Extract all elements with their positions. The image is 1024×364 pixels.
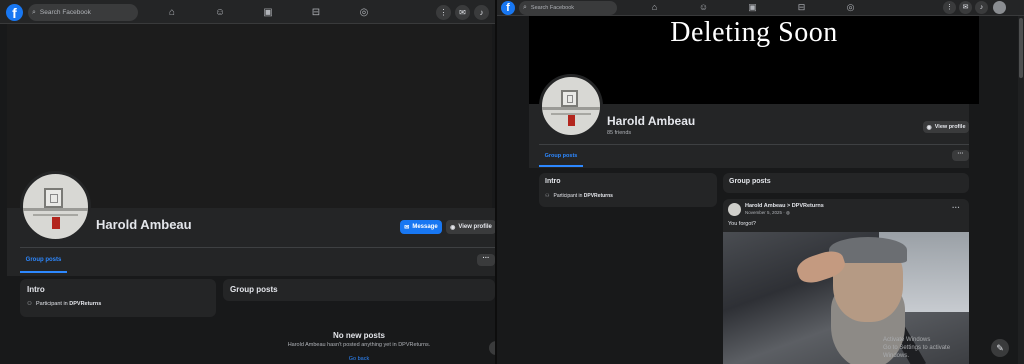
video-icon[interactable]: ▣ [728, 0, 777, 15]
compose-icon[interactable]: ✎ [991, 339, 1009, 357]
group-link[interactable]: DPVReturns [69, 301, 101, 307]
bell-icon[interactable]: ♪ [474, 5, 489, 20]
search-placeholder: Search Facebook [530, 5, 575, 11]
go-back-link[interactable]: Go back [223, 356, 495, 362]
messenger-icon[interactable]: ✉ [455, 5, 470, 20]
top-navigation-bar: f ⌕ Search Facebook ⌂ ☺ ▣ ⊟ ◎ ⋮ ✉ ♪ [497, 0, 1024, 16]
facebook-logo-icon[interactable]: f [6, 4, 23, 21]
tab-group-posts[interactable]: Group posts [539, 147, 583, 167]
facebook-logo-icon[interactable]: f [501, 1, 515, 15]
search-icon: ⌕ [523, 4, 527, 11]
menu-grid-icon[interactable]: ⋮ [436, 5, 451, 20]
messenger-icon: ✉ [404, 224, 410, 231]
group-link[interactable]: DPVReturns [584, 193, 613, 199]
post-date[interactable]: November 5, 2025 · [745, 210, 786, 215]
post-author-avatar[interactable] [728, 203, 741, 216]
group-icon: ⚇ [545, 193, 550, 199]
globe-icon: ◍ [786, 210, 790, 215]
video-icon[interactable]: ▣ [244, 4, 292, 21]
more-options-button[interactable]: ··· [952, 150, 969, 161]
participant-prefix: Participant in [35, 301, 68, 307]
profile-picture[interactable] [539, 74, 603, 138]
menu-grid-icon[interactable]: ⋮ [943, 1, 956, 14]
friends-count[interactable]: 85 friends [607, 130, 631, 136]
post-more-button[interactable]: ··· [952, 203, 960, 212]
cover-text: Deleting Soon [670, 17, 838, 48]
participant-line: ⚇ Participant in DPVReturns [545, 193, 613, 199]
profile-name: Harold Ambeau [96, 217, 192, 232]
photo-detail [23, 207, 88, 211]
search-placeholder: Search Facebook [39, 9, 91, 16]
windows-activation-watermark: Activate Windows Go to Settings to activ… [883, 336, 969, 360]
group-posts-card: Group posts [223, 279, 495, 301]
marketplace-icon[interactable]: ⊟ [777, 0, 826, 15]
friends-icon[interactable]: ☺ [679, 0, 728, 15]
bell-icon[interactable]: ♪ [975, 1, 988, 14]
more-options-button[interactable]: ··· [477, 254, 495, 266]
view-profile-button[interactable]: ◉ View profile [446, 220, 495, 234]
friends-icon[interactable]: ☺ [196, 4, 244, 21]
main-nav: ⌂ ☺ ▣ ⊟ ◎ [148, 4, 388, 21]
search-input[interactable]: ⌕ Search Facebook [28, 4, 138, 21]
main-nav: ⌂ ☺ ▣ ⊟ ◎ [630, 0, 875, 15]
photo-detail [560, 89, 578, 108]
view-profile-button[interactable]: ◉ View profile [923, 121, 969, 133]
messenger-icon[interactable]: ✉ [959, 1, 972, 14]
left-browser-window: f ⌕ Search Facebook ⌂ ☺ ▣ ⊟ ◎ ⋮ ✉ ♪ Haro… [0, 0, 495, 364]
search-icon: ⌕ [32, 8, 36, 16]
search-input[interactable]: ⌕ Search Facebook [519, 1, 617, 15]
post-author[interactable]: Harold Ambeau > DPVReturns [745, 203, 824, 209]
post-text: You forgot? [728, 221, 756, 227]
gaming-icon[interactable]: ◎ [826, 0, 875, 15]
page-scrollbar[interactable] [1018, 16, 1024, 364]
group-posts-title: Group posts [729, 178, 771, 185]
group-icon: ⚇ [27, 301, 32, 307]
profile-picture[interactable] [20, 171, 91, 242]
watermark-line-1: Activate Windows [883, 337, 931, 343]
gaming-icon[interactable]: ◎ [340, 4, 388, 21]
intro-title: Intro [27, 285, 45, 294]
empty-state-subtitle: Harold Ambeau hasn't posted anything yet… [287, 342, 431, 348]
view-profile-label: View profile [458, 224, 492, 230]
group-posts-card: Group posts [723, 173, 969, 193]
divider [539, 144, 969, 145]
tab-group-posts[interactable]: Group posts [20, 250, 67, 273]
home-icon[interactable]: ⌂ [148, 4, 196, 21]
view-profile-label: View profile [934, 124, 966, 130]
watermark-line-2: Go to Settings to activate Windows. [883, 345, 951, 359]
photo-detail [51, 216, 61, 229]
home-icon[interactable]: ⌂ [630, 0, 679, 15]
user-icon: ◉ [450, 224, 456, 231]
photo-detail [567, 115, 576, 126]
top-navigation-bar: f ⌕ Search Facebook ⌂ ☺ ▣ ⊟ ◎ ⋮ ✉ ♪ [0, 0, 495, 24]
participant-prefix: Participant in [553, 193, 583, 199]
right-browser-window: f ⌕ Search Facebook ⌂ ☺ ▣ ⊟ ◎ ⋮ ✉ ♪ Dele… [497, 0, 1024, 364]
intro-card: Intro ⚇ Participant in DPVReturns [20, 279, 216, 317]
intro-card: Intro ⚇ Participant in DPVReturns [539, 173, 717, 207]
message-button[interactable]: ✉ Message [400, 220, 442, 234]
photo-detail [43, 188, 64, 208]
intro-title: Intro [545, 178, 561, 185]
post-date-line[interactable]: November 5, 2025 · ◍ [745, 210, 790, 216]
account-avatar[interactable] [993, 1, 1006, 14]
participant-line: ⚇ Participant in DPVReturns [27, 301, 101, 307]
empty-state-title: No new posts [332, 331, 385, 340]
scrollbar-thumb[interactable] [1019, 18, 1023, 78]
photo-detail [542, 107, 600, 111]
divider [20, 247, 495, 248]
post-image[interactable]: Activate Windows Go to Settings to activ… [723, 232, 969, 364]
marketplace-icon[interactable]: ⊟ [292, 4, 340, 21]
profile-name: Harold Ambeau [607, 114, 696, 128]
user-icon: ◉ [926, 124, 932, 131]
post-card: Harold Ambeau > DPVReturns November 5, 2… [723, 199, 969, 364]
message-button-label: Message [412, 224, 438, 230]
group-posts-title: Group posts [230, 285, 278, 294]
